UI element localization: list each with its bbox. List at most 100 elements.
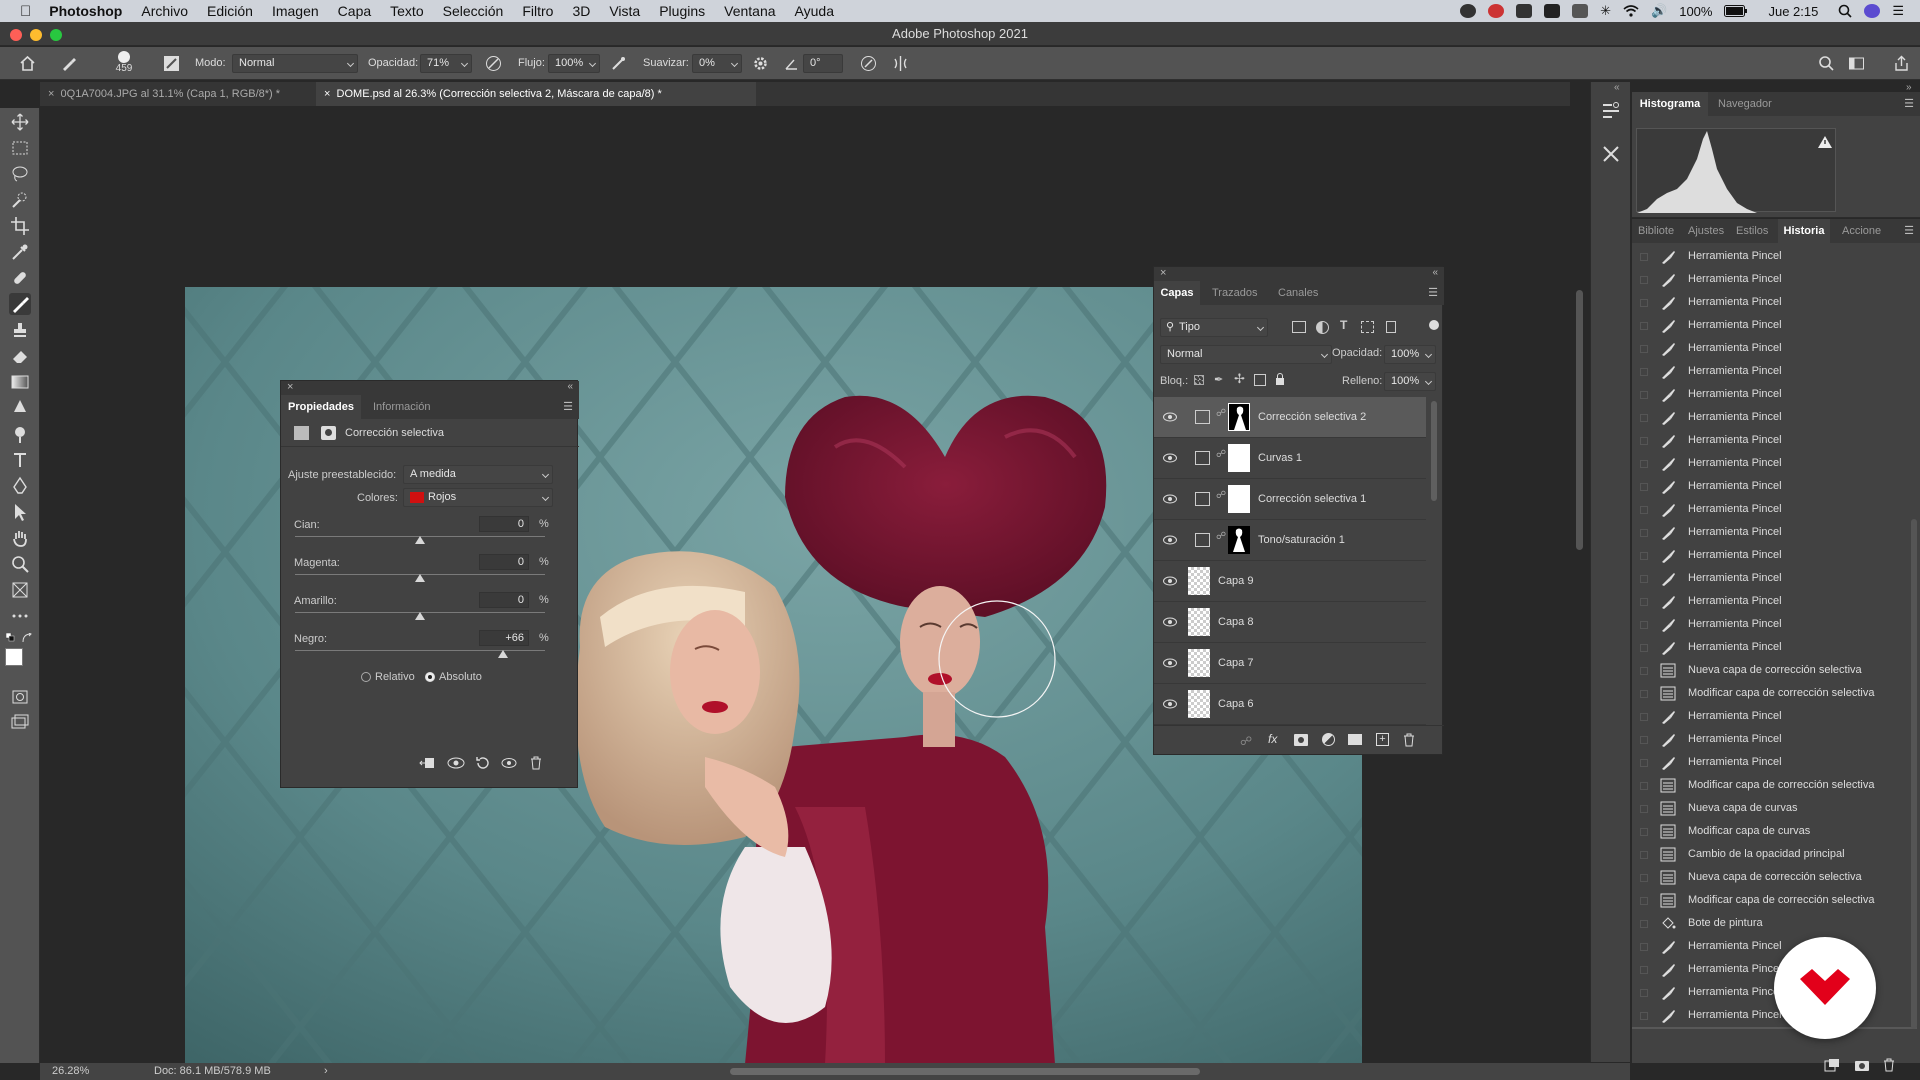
mask-icon[interactable] — [321, 426, 336, 440]
history-snapshot-source[interactable] — [1640, 644, 1648, 652]
panel-menu-icon[interactable]: ☰ — [1428, 286, 1438, 299]
history-item[interactable]: Herramienta Pincel — [1632, 728, 1917, 751]
menu-filtro[interactable]: Filtro — [522, 3, 553, 19]
layer-row[interactable]: Capa 7 — [1154, 643, 1426, 684]
slider-value-field[interactable]: +66 — [479, 630, 529, 646]
close-icon[interactable]: × — [48, 88, 61, 100]
add-mask-icon[interactable] — [1294, 734, 1308, 746]
eye-icon[interactable] — [1163, 575, 1177, 587]
history-item[interactable]: Nueva capa de corrección selectiva — [1632, 659, 1917, 682]
history-item[interactable]: Herramienta Pincel — [1632, 521, 1917, 544]
blend-mode-select[interactable]: Normal — [1160, 345, 1332, 364]
history-item[interactable]: Herramienta Pincel — [1632, 613, 1917, 636]
layer-thumbnail[interactable] — [1188, 690, 1210, 718]
healing-brush-tool-icon[interactable] — [9, 267, 31, 289]
layer-thumbnail[interactable] — [1188, 567, 1210, 595]
history-snapshot-source[interactable] — [1640, 506, 1648, 514]
history-item[interactable]: Herramienta Pincel — [1632, 337, 1917, 360]
history-snapshot-source[interactable] — [1640, 575, 1648, 583]
collapse-dock-icon[interactable]: « — [1614, 82, 1620, 93]
history-item[interactable]: Herramienta Pincel — [1632, 314, 1917, 337]
menu-plugins[interactable]: Plugins — [659, 3, 705, 19]
layer-name[interactable]: Corrección selectiva 1 — [1258, 493, 1366, 505]
angle-field[interactable]: 0° — [803, 54, 843, 73]
panel-menu-icon[interactable]: ☰ — [1904, 224, 1914, 237]
tab-acciones[interactable]: Accione — [1842, 219, 1881, 243]
layer-row[interactable]: ☍ Curvas 1 — [1154, 438, 1426, 479]
history-snapshot-source[interactable] — [1640, 299, 1648, 307]
slider-value-field[interactable]: 0 — [479, 516, 529, 532]
layer-name[interactable]: Corrección selectiva 2 — [1258, 411, 1366, 423]
swap-colors-icon[interactable] — [22, 633, 32, 643]
layer-thumbnail[interactable] — [1188, 649, 1210, 677]
history-item[interactable]: Cambio de la opacidad principal — [1632, 843, 1917, 866]
layer-mask-thumbnail[interactable] — [1228, 444, 1250, 472]
tools-panel-icon[interactable] — [1599, 142, 1623, 166]
layer-mask-thumbnail[interactable] — [1228, 403, 1250, 431]
history-item[interactable]: Herramienta Pincel — [1632, 452, 1917, 475]
history-snapshot-source[interactable] — [1640, 828, 1648, 836]
airbrush-icon[interactable] — [610, 55, 627, 72]
eye-icon[interactable] — [1163, 616, 1177, 628]
history-item[interactable]: Herramienta Pincel — [1632, 567, 1917, 590]
tab-document-1[interactable]: × 0Q1A7004.JPG al 31.1% (Capa 1, RGB/8*)… — [40, 82, 315, 106]
pen-tool-icon[interactable] — [9, 475, 31, 497]
history-snapshot-source[interactable] — [1640, 276, 1648, 284]
adjust-hue-icon[interactable] — [1195, 533, 1210, 547]
history-snapshot-source[interactable] — [1640, 805, 1648, 813]
history-item[interactable]: Herramienta Pincel — [1632, 268, 1917, 291]
slider-thumb[interactable] — [415, 574, 425, 582]
quick-mask-icon[interactable] — [9, 686, 31, 708]
history-snapshot-source[interactable] — [1640, 552, 1648, 560]
layers-panel-header[interactable]: × « — [1154, 267, 1444, 281]
clip-to-layer-icon[interactable] — [419, 756, 435, 770]
panel-menu-icon[interactable]: ☰ — [563, 400, 573, 413]
radio-absolute[interactable] — [425, 672, 435, 682]
filter-shape-icon[interactable] — [1361, 321, 1374, 333]
spotlight-icon[interactable] — [1838, 4, 1852, 18]
layer-name[interactable]: Curvas 1 — [1258, 452, 1302, 464]
history-item[interactable]: Herramienta Pincel — [1632, 429, 1917, 452]
history-snapshot-source[interactable] — [1640, 966, 1648, 974]
slider-thumb[interactable] — [415, 612, 425, 620]
crop-tool-icon[interactable] — [9, 215, 31, 237]
layer-name[interactable]: Capa 7 — [1218, 657, 1253, 669]
layer-filter-select[interactable]: ⚲ Tipo — [1160, 318, 1268, 337]
default-colors-icon[interactable] — [6, 633, 16, 643]
menu-ayuda[interactable]: Ayuda — [795, 3, 834, 19]
history-snapshot-source[interactable] — [1640, 368, 1648, 376]
filter-adjustment-icon[interactable] — [1316, 321, 1329, 334]
volume-icon[interactable]: 🔊 — [1651, 3, 1667, 19]
lock-all-icon[interactable] — [1275, 373, 1285, 385]
blur-tool-icon[interactable] — [9, 397, 31, 419]
layers-scrollbar[interactable] — [1431, 401, 1437, 501]
app-status-icon[interactable] — [1516, 4, 1533, 18]
colors-select[interactable]: Rojos — [403, 488, 553, 507]
history-item[interactable]: Herramienta Pincel — [1632, 498, 1917, 521]
history-snapshot-source[interactable] — [1640, 759, 1648, 767]
workspace-icon[interactable] — [1848, 55, 1865, 72]
history-snapshot-source[interactable] — [1640, 345, 1648, 353]
history-snapshot-source[interactable] — [1640, 690, 1648, 698]
menu-seleccion[interactable]: Selección — [443, 3, 504, 19]
collapse-icon[interactable]: « — [1432, 267, 1438, 278]
menu-3d[interactable]: 3D — [572, 3, 590, 19]
type-tool-icon[interactable] — [9, 449, 31, 471]
menu-capa[interactable]: Capa — [338, 3, 371, 19]
move-tool-icon[interactable] — [9, 111, 31, 133]
flow-field[interactable]: 100% — [548, 54, 600, 73]
eye-icon[interactable] — [1163, 493, 1177, 505]
history-item[interactable]: Nueva capa de curvas — [1632, 797, 1917, 820]
tab-estilos[interactable]: Estilos — [1736, 219, 1768, 243]
frame-tool-icon[interactable] — [9, 579, 31, 601]
history-snapshot-source[interactable] — [1640, 483, 1648, 491]
pressure-size-icon[interactable] — [860, 55, 877, 72]
lock-artboard-icon[interactable] — [1254, 374, 1266, 386]
hand-tool-icon[interactable] — [9, 527, 31, 549]
menu-archivo[interactable]: Archivo — [141, 3, 188, 19]
menu-imagen[interactable]: Imagen — [272, 3, 319, 19]
history-snapshot-source[interactable] — [1640, 414, 1648, 422]
history-item[interactable]: Herramienta Pincel — [1632, 590, 1917, 613]
filter-pixel-icon[interactable] — [1292, 321, 1306, 333]
chain-link-icon[interactable]: ☍ — [1216, 531, 1226, 542]
